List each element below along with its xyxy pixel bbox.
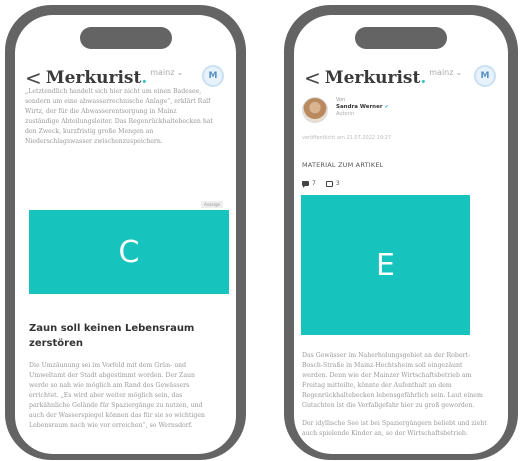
material-heading: MATERIAL ZUM ARTIKEL [302, 161, 384, 169]
paragraph-line: Gutachten ist die Verfallgefahr hier zu … [302, 402, 475, 409]
ad-placeholder-e[interactable]: E [301, 195, 470, 335]
box-letter: E [376, 247, 395, 283]
images-value: 3 [335, 180, 340, 187]
article-paragraph-top: „Letztendlich handelt sich hier nicht um… [25, 87, 228, 147]
app-header: < Merkurist. mainz ⌄ M [304, 63, 498, 93]
brand-dot: . [420, 68, 427, 88]
comments-count[interactable]: 7 [302, 180, 316, 188]
author-name[interactable]: Sandra Werner ✔ [336, 104, 389, 111]
by-label: Von [336, 97, 346, 103]
paragraph-line: Niederschlagswasser zwischenzuspeichern. [25, 138, 163, 145]
phone-frame-left: < Merkurist. mainz ⌄ M „Letztendlich han… [5, 5, 246, 460]
paragraph-line: Umweltamt der Stadt abgestimmt worden. D… [29, 372, 196, 379]
avatar[interactable] [302, 97, 328, 123]
paragraph-line: werde so nah wie möglich am Rand des Gew… [29, 382, 190, 389]
phone-notch [355, 27, 447, 49]
profile-badge-icon[interactable]: M [474, 65, 496, 87]
paragraph-line: Die Umzäunung sei im Vorfeld mit dem Grü… [29, 362, 187, 369]
author-name-text: Sandra Werner [336, 104, 383, 110]
phone-screen-left: < Merkurist. mainz ⌄ M „Letztendlich han… [15, 15, 236, 454]
paragraph-line: Freitag mitteilte, könnte der Aufenthalt… [302, 382, 452, 389]
paragraph-line: Das Gewässer im Naherholungsgebiet an de… [302, 352, 471, 359]
box-letter: C [118, 234, 140, 270]
profile-badge-icon[interactable]: M [202, 65, 224, 87]
paragraph-line: Lebensraum nach wie vor erreichen“, so W… [29, 422, 193, 429]
phone-frame-right: < Merkurist. mainz ⌄ M Von Sandra Werner… [284, 5, 518, 460]
back-icon[interactable]: < [25, 68, 42, 88]
image-icon [325, 180, 333, 187]
paragraph-line: parkähnliche Gelände für Spaziergänge zu… [29, 402, 203, 409]
author-text: Von Sandra Werner ✔ Autorin [336, 97, 389, 118]
brand-logo[interactable]: Merkurist [46, 68, 142, 88]
paragraph-line: zuständige Abteilungsleiter. Das Regenrü… [25, 118, 214, 125]
comment-icon [302, 181, 309, 188]
region-selector[interactable]: mainz [150, 68, 174, 77]
images-count[interactable]: 3 [325, 180, 340, 187]
chevron-down-icon[interactable]: ⌄ [176, 68, 183, 77]
paragraph-line: Regenrückhaltebecken lebensgefährlich se… [302, 392, 483, 399]
article-subheading: Zaun soll keinen Lebensraum zerstören [29, 323, 195, 349]
paragraph-line: sondern um eine abwasserrechnische Anlag… [25, 98, 211, 105]
paragraph-line: den Zweck, kurzfristig große Mengen an [25, 128, 154, 135]
phone-notch [79, 27, 172, 49]
paragraph-line: werden. Denn wie der Mainzer Wirtschafts… [302, 372, 472, 379]
brand-logo[interactable]: Merkurist [325, 68, 421, 88]
paragraph-line: auch spielende Kinder an, so der Wirtsch… [302, 430, 468, 437]
author-role: Autorin [336, 111, 355, 117]
article-body: Das Gewässer im Naherholungsgebiet an de… [302, 351, 502, 439]
back-icon[interactable]: < [304, 68, 321, 88]
comments-value: 7 [312, 180, 316, 187]
author-block[interactable]: Von Sandra Werner ✔ Autorin [302, 97, 500, 123]
published-date: veröffentlicht am 21.07.2022 19:27 [302, 135, 392, 141]
paragraph-line: auch der Wasserspiegel können das für si… [29, 412, 205, 419]
paragraph-line: Bosch-Straße in Mainz-Hechtsheim soll ei… [302, 362, 463, 369]
paragraph-line: Wirtz, der für die Abwasserentsorgung in… [25, 108, 177, 115]
ad-placeholder-c[interactable]: C [29, 210, 229, 294]
paragraph-line: errichtet. „Es wird aber weiter möglich … [29, 392, 183, 399]
paragraph-line: „Letztendlich handelt sich hier nicht um… [25, 88, 202, 95]
region-selector[interactable]: mainz [429, 68, 453, 77]
ad-label: Anzeige [201, 201, 223, 208]
verified-icon: ✔ [384, 104, 389, 110]
paragraph-line: Der idyllische See ist bei Spaziergänger… [302, 420, 487, 427]
article-paragraph-bottom: Die Umzäunung sei im Vorfeld mit dem Grü… [29, 361, 228, 431]
brand-dot: . [141, 68, 148, 88]
material-counts: 7 3 [302, 180, 340, 188]
chevron-down-icon[interactable]: ⌄ [455, 68, 462, 77]
phone-screen-right: < Merkurist. mainz ⌄ M Von Sandra Werner… [294, 15, 508, 454]
